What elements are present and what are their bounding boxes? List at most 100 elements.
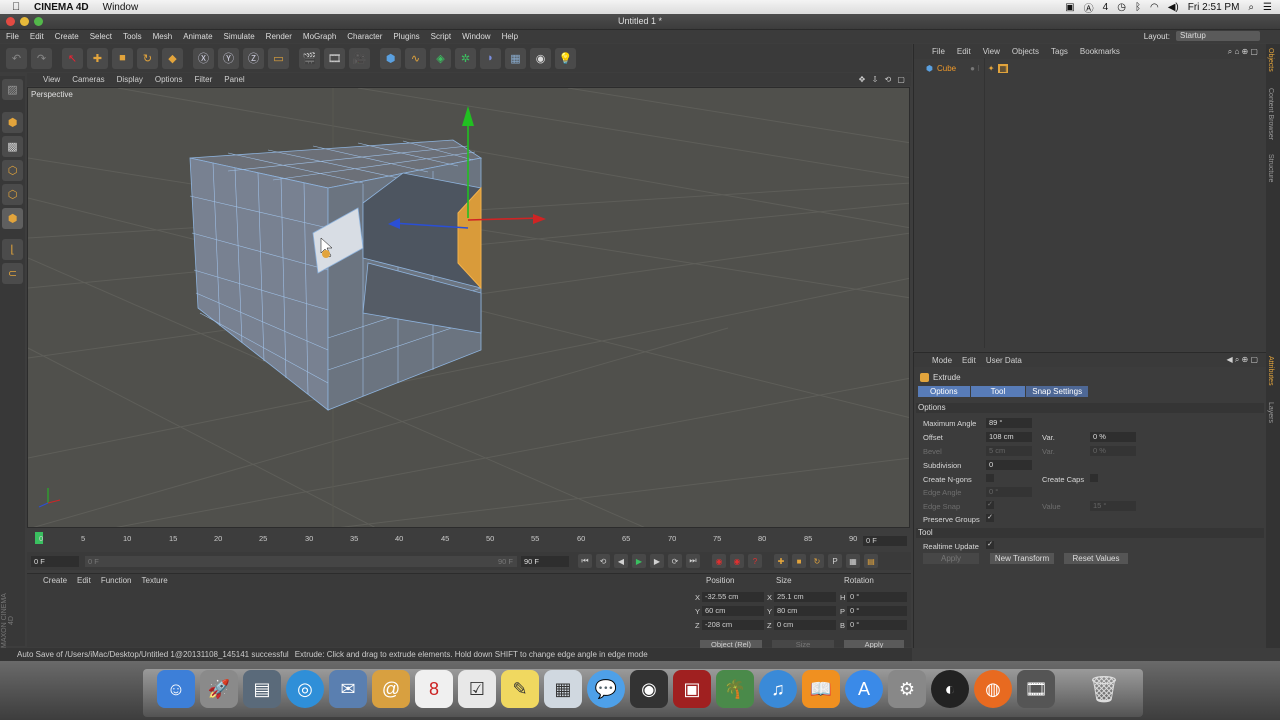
deformer-icon[interactable]: ◗ <box>480 47 501 69</box>
create-caps-checkbox[interactable] <box>1090 474 1098 482</box>
move-icon[interactable]: ✚ <box>87 47 108 69</box>
subdivision-field[interactable]: 0 <box>986 460 1032 470</box>
objmgr-menu-bookmarks[interactable]: Bookmarks <box>1080 47 1120 56</box>
polygons-mode-icon[interactable]: ⬢ <box>2 208 23 229</box>
rotation-p-field[interactable]: 0 ° <box>847 606 907 616</box>
x-axis-arrow-icon[interactable] <box>533 214 546 224</box>
create-ngons-checkbox[interactable] <box>986 474 994 482</box>
size-z-field[interactable]: 0 cm <box>774 620 836 630</box>
position-z-field[interactable]: -208 cm <box>702 620 764 630</box>
mac-menu-window[interactable]: Window <box>103 2 139 13</box>
object-row[interactable]: ⬢ Cube ● ⁝ ✦ ▦ <box>914 63 1267 74</box>
current-frame-field[interactable]: 0 F <box>31 556 79 567</box>
array-icon[interactable]: ✲ <box>455 47 476 69</box>
scale-icon[interactable]: ■ <box>112 47 133 69</box>
screen-record-icon[interactable]: ▣ <box>1065 2 1074 13</box>
facetime-icon[interactable]: ◉ <box>630 670 668 708</box>
uvw-tag-icon[interactable]: ▦ <box>998 64 1008 73</box>
attr-menu-mode[interactable]: Mode <box>932 356 952 365</box>
viewport-menu-filter[interactable]: Filter <box>194 75 212 84</box>
timeline-end-field[interactable]: 0 F <box>863 536 907 546</box>
render-view-icon[interactable]: 🎬 <box>299 47 320 69</box>
new-transform-button[interactable]: New Transform <box>990 553 1054 564</box>
previous-frame-icon[interactable]: ◀ <box>614 554 628 568</box>
tab-options[interactable]: Options <box>918 386 970 397</box>
rotation-h-field[interactable]: 0 ° <box>847 592 907 602</box>
key-scale-icon[interactable]: ■ <box>792 554 806 568</box>
coordinate-system-icon[interactable]: ▭ <box>268 47 289 69</box>
material-menu-function[interactable]: Function <box>101 576 132 585</box>
model-mode-icon[interactable]: ⬢ <box>2 112 23 133</box>
attr-nav-icons[interactable]: ◀ ⌕ ⊕ ▢ <box>1226 355 1258 365</box>
launchpad-icon[interactable]: 🚀 <box>200 670 238 708</box>
material-menu-edit[interactable]: Edit <box>77 576 91 585</box>
iphoto-icon[interactable]: 🌴 <box>716 670 754 708</box>
y-axis-lock-icon[interactable]: Ⓨ <box>218 47 239 69</box>
side-tab-objects[interactable]: Objects <box>1267 48 1274 72</box>
scene-icon[interactable]: ▦ <box>505 47 526 69</box>
reminders-icon[interactable]: ☑ <box>458 670 496 708</box>
rotate-icon[interactable]: ↻ <box>137 47 158 69</box>
attr-menu-edit[interactable]: Edit <box>962 356 976 365</box>
keyframe-selection-icon[interactable]: ? <box>748 554 762 568</box>
position-x-field[interactable]: -32.55 cm <box>702 592 764 602</box>
next-key-icon[interactable]: ⟳ <box>668 554 682 568</box>
keynote-icon[interactable]: 🎞 <box>1017 670 1055 708</box>
preview-icon[interactable]: ▦ <box>544 670 582 708</box>
cinema4d-dock-icon[interactable]: ◐ <box>931 670 969 708</box>
size-x-field[interactable]: 25.1 cm <box>774 592 836 602</box>
edit-render-settings-icon[interactable]: 🎥 <box>349 47 370 69</box>
tab-snap-settings[interactable]: Snap Settings <box>1026 386 1089 397</box>
menu-file[interactable]: File <box>6 32 19 41</box>
nurbs-icon[interactable]: ◈ <box>430 47 451 69</box>
light-icon[interactable]: 💡 <box>555 47 576 69</box>
viewport-menu-view[interactable]: View <box>43 75 60 84</box>
objmgr-menu-view[interactable]: View <box>983 47 1000 56</box>
play-icon[interactable]: ▶ <box>632 554 646 568</box>
preserve-groups-checkbox[interactable]: ✓ <box>986 514 994 522</box>
finder-icon[interactable]: ☺ <box>157 670 195 708</box>
key-position-icon[interactable]: ✚ <box>774 554 788 568</box>
menu-script[interactable]: Script <box>431 32 451 41</box>
max-frame-field[interactable]: 90 F <box>521 556 569 567</box>
side-tab-content-browser[interactable]: Content Browser <box>1267 88 1274 140</box>
objmgr-menu-tags[interactable]: Tags <box>1051 47 1068 56</box>
side-tab-structure[interactable]: Structure <box>1267 154 1274 182</box>
menu-plugins[interactable]: Plugins <box>393 32 419 41</box>
record-keys-icon[interactable]: ◉ <box>712 554 726 568</box>
adobe-icon[interactable]: Ⓐ <box>1084 0 1094 15</box>
viewport-menu-options[interactable]: Options <box>155 75 183 84</box>
firefox-icon[interactable]: ◍ <box>974 670 1012 708</box>
tab-tool[interactable]: Tool <box>970 386 1026 397</box>
status-counter[interactable]: 4 <box>1103 2 1109 13</box>
system-preferences-icon[interactable]: ⚙ <box>888 670 926 708</box>
key-parameter-icon[interactable]: P <box>828 554 842 568</box>
timeline-window-icon[interactable]: ▤ <box>864 554 878 568</box>
viewport-nav-icons[interactable]: ✥ ⇩ ⟲ ▢ <box>859 75 907 84</box>
viewport-menu-panel[interactable]: Panel <box>224 75 244 84</box>
photo-booth-icon[interactable]: ▣ <box>673 670 711 708</box>
next-frame-icon[interactable]: ▶ <box>650 554 664 568</box>
material-manager[interactable]: Create Edit Function Texture <box>27 573 692 647</box>
cube-primitive-icon[interactable]: ⬢ <box>380 47 401 69</box>
value-field[interactable]: 15 ° <box>1090 501 1136 511</box>
undo-icon[interactable]: ↶ <box>6 47 27 69</box>
layout-dropdown[interactable]: Startup <box>1176 31 1260 41</box>
bluetooth-icon[interactable]: ᛒ <box>1135 2 1141 13</box>
clock[interactable]: Fri 2:51 PM <box>1188 2 1240 13</box>
recent-tools-icon[interactable]: ◆ <box>162 47 183 69</box>
go-to-start-icon[interactable]: ⏮ <box>578 554 592 568</box>
menu-simulate[interactable]: Simulate <box>224 32 255 41</box>
objmgr-menu-edit[interactable]: Edit <box>957 47 971 56</box>
menu-edit[interactable]: Edit <box>30 32 44 41</box>
menu-window[interactable]: Window <box>462 32 490 41</box>
phong-tag-icon[interactable]: ✦ <box>988 64 995 73</box>
volume-icon[interactable]: ◀) <box>1168 2 1179 13</box>
spotlight-icon[interactable]: ⌕ <box>1248 2 1254 13</box>
camera-icon[interactable]: ◉ <box>530 47 551 69</box>
go-to-end-icon[interactable]: ⏭ <box>686 554 700 568</box>
offset-field[interactable]: 108 cm <box>986 432 1032 442</box>
side-tab-layers[interactable]: Layers <box>1267 402 1274 423</box>
menu-select[interactable]: Select <box>90 32 112 41</box>
safari-icon[interactable]: ◎ <box>286 670 324 708</box>
